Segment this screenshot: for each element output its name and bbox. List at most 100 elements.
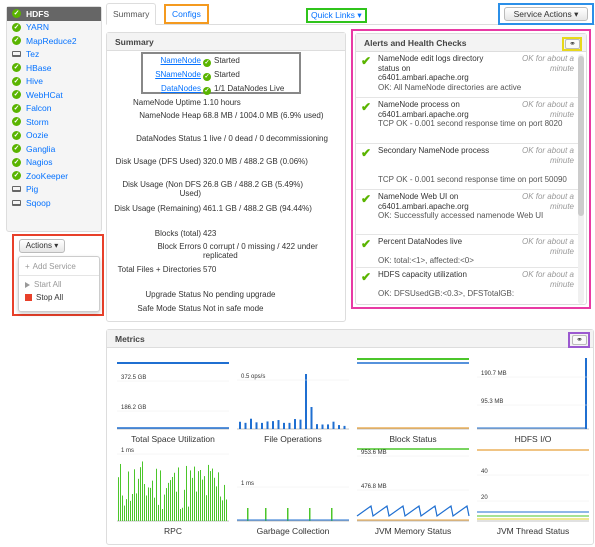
bar [220, 496, 221, 521]
component-link[interactable]: SNameNode [111, 70, 201, 79]
check-icon: ✓ [12, 157, 21, 167]
check-icon: ✔ [361, 146, 372, 160]
bar [247, 508, 249, 521]
bar [188, 506, 189, 521]
link-icon[interactable]: ⚭ [565, 39, 580, 49]
chart-label: Block Status [389, 434, 437, 444]
alert-item[interactable]: ✔ HDFS capacity utilization OK for about a… [356, 268, 578, 304]
sidebar-item-falcon[interactable]: ✓ Falcon [7, 102, 101, 116]
plus-icon: + [25, 262, 30, 271]
metric-chart-block-status[interactable]: Block Status [355, 354, 471, 444]
bar [261, 422, 263, 429]
sidebar-item-yarn[interactable]: ✓ YARN [7, 21, 101, 35]
sidebar-item-label: Oozie [26, 130, 49, 141]
bar [192, 477, 193, 521]
y-tick-label: 372.5 GB [121, 375, 146, 381]
metric-chart-hdfs-i-o[interactable]: 190.7 MB 95.3 MB HDFS I/O [475, 354, 591, 444]
bar [214, 477, 215, 521]
chart-svg: 1 ms [237, 481, 349, 522]
actions-highlight: Actions ▾ + Add Service Start All Stop A… [12, 234, 104, 316]
bar [180, 509, 181, 521]
sidebar-item-sqoop[interactable]: Sqoop [7, 196, 101, 210]
alert-description: OK: Successfully accessed namenode Web U… [378, 211, 544, 220]
ok-icon: ✓ [12, 130, 21, 140]
bar [176, 491, 177, 521]
bar [210, 471, 211, 521]
metric-chart-total-space-utilization[interactable]: 372.5 GB 186.2 GB Total Space Utilization [115, 354, 231, 444]
y-tick-label: 0.5 ops/s [241, 374, 265, 380]
bar [130, 500, 131, 521]
summary-key: NameNode Uptime [132, 98, 201, 107]
alert-description: OK: DFSUsedGB:<0.3>, DFSTotalGB: [378, 289, 515, 298]
play-icon [25, 281, 30, 288]
sidebar-item-webhcat[interactable]: ✓ WebHCat [7, 88, 101, 102]
bar [198, 471, 199, 521]
sidebar-item-hive[interactable]: ✓ Hive [7, 75, 101, 89]
sidebar-item-hbase[interactable]: ✓ HBase [7, 61, 101, 75]
summary-key: Safe Mode Status [137, 304, 201, 313]
bar [338, 425, 340, 429]
alerts-scrollbar[interactable] [578, 54, 584, 304]
bar [138, 478, 139, 521]
check-icon: ✔ [361, 192, 372, 206]
bar [299, 419, 302, 429]
metric-chart-garbage-collection[interactable]: 1 ms Garbage Collection [235, 446, 351, 536]
metric-chart-jvm-thread-status[interactable]: 40 20 JVM Thread Status [475, 446, 591, 536]
actions-button[interactable]: Actions ▾ [19, 239, 65, 253]
bar [148, 487, 149, 521]
alert-item[interactable]: ✔ Percent DataNodes live OK for about a mi… [356, 235, 578, 268]
sidebar-item-storm[interactable]: ✓ Storm [7, 115, 101, 129]
bar [288, 422, 291, 429]
alert-title: Secondary NameNode process [378, 146, 490, 155]
bar [182, 507, 183, 521]
bar [194, 466, 195, 521]
alert-item[interactable]: ✔ NameNode Web UI on c6401.ambari.apache.… [356, 190, 578, 235]
service-actions-button[interactable]: Service Actions ▾ [504, 7, 588, 21]
alerts-scroll-thumb[interactable] [578, 56, 584, 216]
sidebar-item-label: Falcon [26, 103, 52, 114]
y-tick-label: 1 ms [241, 481, 254, 487]
bar [343, 425, 346, 429]
bar [186, 465, 187, 521]
check-icon: ✓ [12, 90, 21, 100]
sidebar-item-tez[interactable]: Tez [7, 48, 101, 62]
sidebar-item-label: YARN [26, 22, 49, 33]
alert-item[interactable]: ✔ Secondary NameNode process OK for about … [356, 144, 578, 190]
start-all-menu-item[interactable]: Start All [19, 278, 99, 291]
component-link[interactable]: NameNode [111, 56, 201, 65]
sidebar-item-label: WebHCat [26, 89, 63, 100]
metric-chart-jvm-memory-status[interactable]: 953.6 MB 476.8 MB JVM Memory Status [355, 446, 471, 536]
sidebar-item-mapreduce2[interactable]: ✓ MapReduce2 [7, 34, 101, 48]
bar [178, 467, 179, 521]
component-status-text: Started [214, 70, 240, 79]
chart-svg [357, 358, 469, 430]
alert-item[interactable]: ✔ NameNode edit logs directory status on … [356, 52, 578, 98]
y-tick-label: 20 [481, 495, 488, 501]
add-service-menu-item[interactable]: + Add Service [19, 260, 99, 273]
metric-chart-file-operations[interactable]: 0.5 ops/s File Operations [235, 354, 351, 444]
ok-icon: ✓ [12, 171, 21, 181]
sidebar-item-nagios[interactable]: ✓ Nagios [7, 156, 101, 170]
alert-item[interactable]: ✔ NameNode process on c6401.ambari.apache… [356, 98, 578, 144]
sidebar-item-hdfs[interactable]: ✓ HDFS [7, 7, 101, 21]
bar [164, 494, 165, 521]
sidebar-item-oozie[interactable]: ✓ Oozie [7, 129, 101, 143]
component-link[interactable]: DataNodes [111, 84, 201, 93]
tab-configs[interactable]: Configs [164, 4, 209, 24]
alerts-settings-highlight: ⚭ [562, 37, 582, 51]
quick-links-dropdown[interactable]: Quick Links ▾ [306, 8, 367, 23]
stop-all-menu-item[interactable]: Stop All [19, 291, 99, 304]
bar [126, 499, 127, 521]
sidebar-item-label: Nagios [26, 157, 53, 168]
y-tick-label: 953.6 MB [361, 450, 387, 456]
tab-summary[interactable]: Summary [106, 3, 157, 25]
service-list: ✓ HDFS ✓ YARN ✓ MapReduce2 Tez ✓ HBase ✓ Hive ✓ WebH… [7, 7, 101, 210]
metric-chart-rpc[interactable]: 1 ms RPC [115, 446, 231, 536]
sidebar-item-zookeeper[interactable]: ✓ ZooKeeper [7, 169, 101, 183]
chart-label: RPC [164, 526, 182, 536]
sidebar-item-ganglia[interactable]: ✓ Ganglia [7, 142, 101, 156]
alert-title: HDFS capacity utilization [378, 270, 467, 279]
chart-label: File Operations [264, 434, 322, 444]
sidebar-item-pig[interactable]: Pig [7, 183, 101, 197]
link-icon[interactable]: ⚭ [572, 335, 587, 345]
